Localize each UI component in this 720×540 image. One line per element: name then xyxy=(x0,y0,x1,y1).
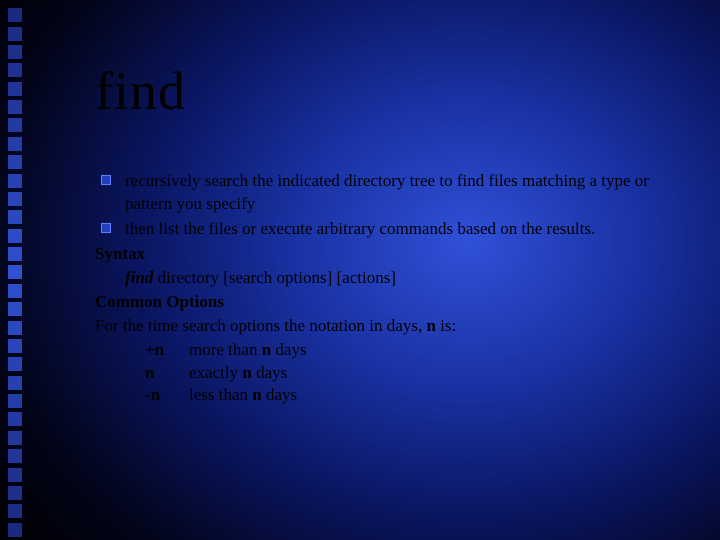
decor-square xyxy=(8,394,22,408)
decor-square xyxy=(8,174,22,188)
decor-square xyxy=(8,321,22,335)
decor-square xyxy=(8,118,22,132)
decor-square xyxy=(8,468,22,482)
time-val-n: n xyxy=(252,385,261,404)
slide-title: find xyxy=(95,60,695,122)
time-val: exactly n days xyxy=(189,362,287,385)
decor-square xyxy=(8,284,22,298)
slide-body: recursively search the indicated directo… xyxy=(95,170,695,407)
time-val-n: n xyxy=(242,363,251,382)
time-row: -n less than n days xyxy=(145,384,695,407)
decor-square xyxy=(8,210,22,224)
decor-square xyxy=(8,523,22,537)
decor-square xyxy=(8,302,22,316)
decor-square xyxy=(8,8,22,22)
decor-square xyxy=(8,449,22,463)
decor-square xyxy=(8,486,22,500)
decor-square xyxy=(8,265,22,279)
decor-square xyxy=(8,376,22,390)
time-row: n exactly n days xyxy=(145,362,695,385)
slide-content: find recursively search the indicated di… xyxy=(95,60,695,407)
time-val: less than n days xyxy=(189,384,297,407)
decor-square xyxy=(8,100,22,114)
time-val-post: days xyxy=(252,363,287,382)
decor-square xyxy=(8,27,22,41)
common-options-heading: Common Options xyxy=(95,291,695,314)
bullet-text: then list the files or execute arbitrary… xyxy=(125,218,695,241)
decor-strip xyxy=(0,0,32,540)
time-val-pre: less than xyxy=(189,385,252,404)
syntax-command: find xyxy=(125,268,153,287)
bullet-item: then list the files or execute arbitrary… xyxy=(95,218,695,241)
time-intro-post: is: xyxy=(436,316,456,335)
decor-square xyxy=(8,504,22,518)
decor-square xyxy=(8,339,22,353)
time-key: n xyxy=(145,362,189,385)
time-row: +n more than n days xyxy=(145,339,695,362)
time-val: more than n days xyxy=(189,339,307,362)
time-intro-n: n xyxy=(426,316,435,335)
decor-square xyxy=(8,247,22,261)
time-val-post: days xyxy=(262,385,297,404)
time-key: -n xyxy=(145,384,189,407)
decor-square xyxy=(8,63,22,77)
bullet-icon xyxy=(101,223,111,233)
decor-square xyxy=(8,431,22,445)
decor-square xyxy=(8,155,22,169)
syntax-args: directory [search options] [actions] xyxy=(153,268,396,287)
bullet-text: recursively search the indicated directo… xyxy=(125,170,695,216)
time-val-pre: exactly xyxy=(189,363,242,382)
decor-square xyxy=(8,357,22,371)
syntax-heading: Syntax xyxy=(95,243,695,266)
decor-square xyxy=(8,137,22,151)
time-intro-pre: For the time search options the notation… xyxy=(95,316,426,335)
bullet-icon xyxy=(101,175,111,185)
decor-square xyxy=(8,192,22,206)
time-key: +n xyxy=(145,339,189,362)
time-val-post: days xyxy=(271,340,306,359)
time-intro: For the time search options the notation… xyxy=(95,315,695,338)
bullet-item: recursively search the indicated directo… xyxy=(95,170,695,216)
time-val-n: n xyxy=(262,340,271,359)
decor-square xyxy=(8,229,22,243)
decor-square xyxy=(8,45,22,59)
decor-square xyxy=(8,82,22,96)
time-val-pre: more than xyxy=(189,340,262,359)
decor-square xyxy=(8,412,22,426)
time-table: +n more than n days n exactly n days -n … xyxy=(95,339,695,408)
syntax-line: find directory [search options] [actions… xyxy=(95,267,695,290)
